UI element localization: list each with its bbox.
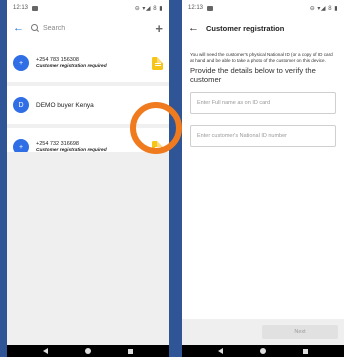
status-time: 12:13 xyxy=(188,5,204,11)
search-icon xyxy=(31,24,39,32)
page-title: Customer registration xyxy=(206,23,285,33)
item-title: +254 732 316698 xyxy=(36,141,79,147)
contacts-screen: 12:13 ⊖ ▾◢ 8 ▮ ← + + +254 783 156308 Cus… xyxy=(7,0,169,357)
full-name-input[interactable] xyxy=(190,92,336,115)
empty-area xyxy=(7,152,169,345)
list-item[interactable]: + +254 783 156308 Customer registration … xyxy=(7,44,169,82)
item-subtitle: Customer registration required xyxy=(36,64,107,69)
nav-home-icon[interactable] xyxy=(259,348,266,354)
app-bar: ← Customer registration xyxy=(182,16,344,40)
navigation-bar xyxy=(182,345,344,357)
form-heading: Provide the details below to verify the … xyxy=(190,66,316,84)
search-input[interactable] xyxy=(43,24,123,32)
notification-icon xyxy=(32,5,39,11)
item-title: +254 783 156308 xyxy=(36,57,79,63)
nav-back-icon[interactable] xyxy=(218,348,224,354)
form-footer: Next xyxy=(182,319,344,345)
notification-icon xyxy=(207,5,214,11)
status-time: 12:13 xyxy=(13,5,29,11)
status-bar: 12:13 ⊖ ▾◢ 8 ▮ xyxy=(7,0,169,16)
nav-home-icon[interactable] xyxy=(84,348,91,354)
nav-recent-icon[interactable] xyxy=(302,348,308,354)
info-text: You will need the customer's physical Na… xyxy=(190,52,333,63)
highlight-circle xyxy=(130,102,182,154)
next-button[interactable]: Next xyxy=(262,325,338,339)
back-arrow-icon[interactable]: ← xyxy=(13,22,24,34)
search-bar: ← + xyxy=(7,16,169,40)
status-icons: ⊖ ▾◢ 8 ▮ xyxy=(134,5,163,12)
avatar: D xyxy=(13,97,29,113)
navigation-bar xyxy=(7,345,169,357)
back-arrow-icon[interactable]: ← xyxy=(188,22,199,34)
status-bar: 12:13 ⊖ ▾◢ 8 ▮ xyxy=(182,0,344,16)
national-id-input[interactable] xyxy=(190,125,336,148)
avatar: + xyxy=(13,55,29,71)
nav-recent-icon[interactable] xyxy=(127,348,133,354)
document-icon[interactable] xyxy=(152,56,163,70)
registration-form: You will need the customer's physical Na… xyxy=(182,40,344,148)
nav-back-icon[interactable] xyxy=(43,348,49,354)
registration-screen: 12:13 ⊖ ▾◢ 8 ▮ ← Customer registration Y… xyxy=(182,0,344,357)
add-icon[interactable]: + xyxy=(155,22,163,35)
status-icons: ⊖ ▾◢ 8 ▮ xyxy=(309,5,338,12)
